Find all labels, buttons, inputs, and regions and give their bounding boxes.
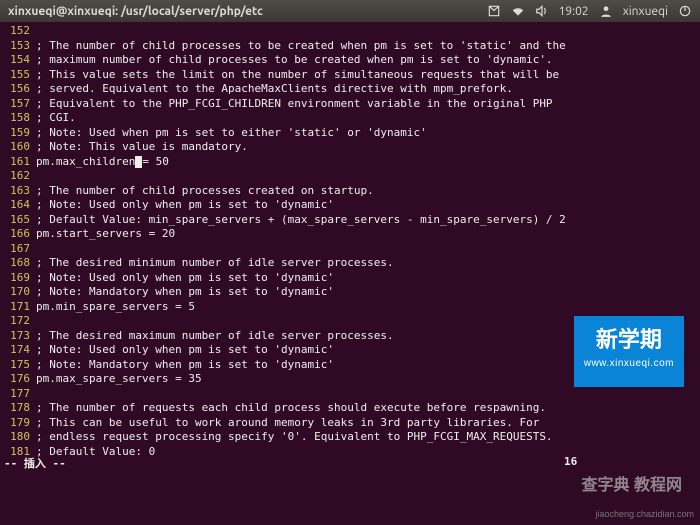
- line-number: 166: [4, 227, 36, 242]
- editor-line[interactable]: 163; The number of child processes creat…: [4, 184, 696, 199]
- line-number: 158: [4, 111, 36, 126]
- badge-url: www.xinxueqi.com: [584, 358, 674, 369]
- editor-line[interactable]: 169; Note: Used only when pm is set to '…: [4, 271, 696, 286]
- line-number: 152: [4, 24, 36, 39]
- line-text: ; Note: Mandatory when pm is set to 'dyn…: [36, 285, 696, 300]
- line-text: ; Note: Used only when pm is set to 'dyn…: [36, 271, 696, 286]
- editor-line[interactable]: 156; served. Equivalent to the ApacheMax…: [4, 82, 696, 97]
- line-number: 170: [4, 285, 36, 300]
- line-text: ; served. Equivalent to the ApacheMaxCli…: [36, 82, 696, 97]
- editor-line[interactable]: 153; The number of child processes to be…: [4, 39, 696, 54]
- line-text: ; This value sets the limit on the numbe…: [36, 68, 696, 83]
- power-icon[interactable]: [678, 4, 692, 18]
- line-number: 171: [4, 300, 36, 315]
- line-number: 157: [4, 97, 36, 112]
- watermark-1: 查字典 教程网: [582, 471, 682, 495]
- editor-line[interactable]: 152: [4, 24, 696, 39]
- editor-line[interactable]: 155; This value sets the limit on the nu…: [4, 68, 696, 83]
- editor-line[interactable]: 159; Note: Used when pm is set to either…: [4, 126, 696, 141]
- line-number: 163: [4, 184, 36, 199]
- line-text: pm.max_children = 50: [36, 155, 696, 170]
- editor-line[interactable]: 180; endless request processing specify …: [4, 430, 696, 445]
- line-number: 168: [4, 256, 36, 271]
- line-text: pm.start_servers = 20: [36, 227, 696, 242]
- line-text: ; maximum number of child processes to b…: [36, 53, 696, 68]
- line-text: ; The desired minimum number of idle ser…: [36, 256, 696, 271]
- watermark-badge: 新学期 www.xinxueqi.com: [574, 316, 684, 387]
- line-number: 178: [4, 401, 36, 416]
- editor-line[interactable]: 164; Note: Used only when pm is set to '…: [4, 198, 696, 213]
- vim-status-line: -- 插入 -- 16: [4, 455, 74, 471]
- cursor: [135, 156, 142, 168]
- line-number: 180: [4, 430, 36, 445]
- mail-icon[interactable]: [487, 4, 501, 18]
- user-name[interactable]: xinxueqi: [623, 5, 668, 18]
- line-text: ; endless request processing specify '0'…: [36, 430, 696, 445]
- line-number: 173: [4, 329, 36, 344]
- line-number: 165: [4, 213, 36, 228]
- editor-line[interactable]: 181; Default Value: 0: [4, 445, 696, 460]
- clock[interactable]: 19:02: [559, 5, 589, 18]
- watermark-2: jiaocheng.chazidian.com: [595, 509, 694, 519]
- line-text: ; Default Value: 0: [36, 445, 696, 460]
- line-number: 155: [4, 68, 36, 83]
- line-text: [36, 387, 696, 402]
- line-text: ; Note: Used when pm is set to either 's…: [36, 126, 696, 141]
- line-text: pm.min_spare_servers = 5: [36, 300, 696, 315]
- line-text: ; Default Value: min_spare_servers + (ma…: [36, 213, 696, 228]
- editor-line[interactable]: 161pm.max_children = 50: [4, 155, 696, 170]
- line-number: 162: [4, 169, 36, 184]
- editor-line[interactable]: 166pm.start_servers = 20: [4, 227, 696, 242]
- line-text: ; Equivalent to the PHP_FCGI_CHILDREN en…: [36, 97, 696, 112]
- line-text: ; This can be useful to work around memo…: [36, 416, 696, 431]
- line-text: [36, 24, 696, 39]
- system-tray: 19:02 xinxueqi: [487, 4, 692, 18]
- user-icon[interactable]: [599, 4, 613, 18]
- editor-line[interactable]: 177: [4, 387, 696, 402]
- line-number: 167: [4, 242, 36, 257]
- editor-line[interactable]: 167: [4, 242, 696, 257]
- volume-icon[interactable]: [535, 4, 549, 18]
- window-title: xinxueqi@xinxueqi: /usr/local/server/php…: [8, 5, 263, 18]
- line-text: ; Note: Used only when pm is set to 'dyn…: [36, 198, 696, 213]
- vim-mode: -- 插入 --: [4, 457, 74, 470]
- editor-line[interactable]: 170; Note: Mandatory when pm is set to '…: [4, 285, 696, 300]
- vim-position: 16: [564, 455, 577, 468]
- editor-line[interactable]: 162: [4, 169, 696, 184]
- line-text: ; Note: This value is mandatory.: [36, 140, 696, 155]
- editor-line[interactable]: 154; maximum number of child processes t…: [4, 53, 696, 68]
- line-number: 174: [4, 343, 36, 358]
- line-text: [36, 169, 696, 184]
- wifi-icon[interactable]: [511, 4, 525, 18]
- editor-line[interactable]: 160; Note: This value is mandatory.: [4, 140, 696, 155]
- badge-text: 新学期: [596, 327, 662, 352]
- line-number: 172: [4, 314, 36, 329]
- line-number: 154: [4, 53, 36, 68]
- line-number: 161: [4, 155, 36, 170]
- editor-line[interactable]: 158; CGI.: [4, 111, 696, 126]
- editor-line[interactable]: 179; This can be useful to work around m…: [4, 416, 696, 431]
- editor-line[interactable]: 157; Equivalent to the PHP_FCGI_CHILDREN…: [4, 97, 696, 112]
- line-number: 156: [4, 82, 36, 97]
- editor-line[interactable]: 165; Default Value: min_spare_servers + …: [4, 213, 696, 228]
- line-text: ; The number of child processes created …: [36, 184, 696, 199]
- line-text: ; The number of child processes to be cr…: [36, 39, 696, 54]
- line-text: ; The number of requests each child proc…: [36, 401, 696, 416]
- line-number: 179: [4, 416, 36, 431]
- line-number: 164: [4, 198, 36, 213]
- line-number: 159: [4, 126, 36, 141]
- terminal-editor[interactable]: 152153; The number of child processes to…: [0, 22, 700, 461]
- line-number: 169: [4, 271, 36, 286]
- line-text: [36, 242, 696, 257]
- editor-line[interactable]: 178; The number of requests each child p…: [4, 401, 696, 416]
- menubar: xinxueqi@xinxueqi: /usr/local/server/php…: [0, 0, 700, 22]
- line-number: 160: [4, 140, 36, 155]
- line-number: 175: [4, 358, 36, 373]
- editor-line[interactable]: 168; The desired minimum number of idle …: [4, 256, 696, 271]
- editor-line[interactable]: 171pm.min_spare_servers = 5: [4, 300, 696, 315]
- line-text: ; CGI.: [36, 111, 696, 126]
- line-number: 153: [4, 39, 36, 54]
- line-number: 177: [4, 387, 36, 402]
- line-number: 176: [4, 372, 36, 387]
